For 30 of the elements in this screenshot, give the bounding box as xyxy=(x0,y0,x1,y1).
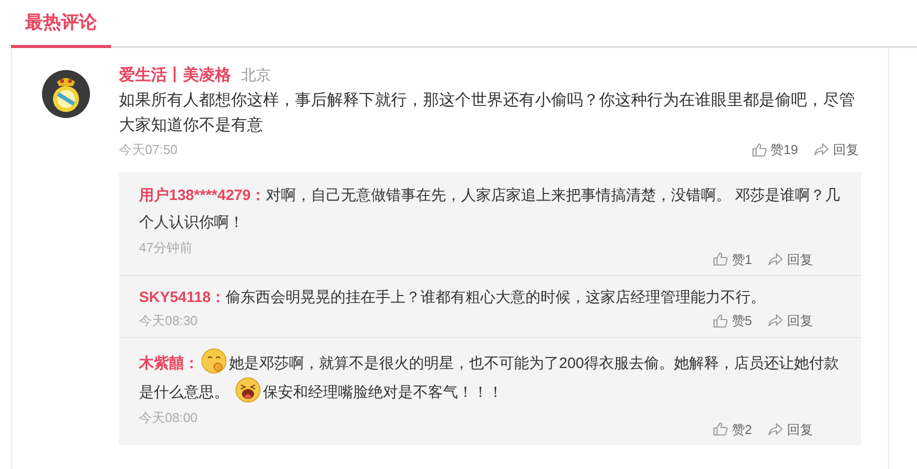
reply-arrow-icon xyxy=(768,422,783,436)
like-button[interactable]: 赞2 xyxy=(712,420,752,439)
like-button[interactable]: 赞19 xyxy=(752,140,798,160)
reply-button[interactable]: 回复 xyxy=(768,311,813,330)
thumbs-up-icon xyxy=(752,142,767,157)
location: 北京 xyxy=(241,66,271,86)
like-button[interactable]: 赞1 xyxy=(712,250,752,269)
emoji-icon xyxy=(235,376,262,402)
reply-time: 今天08:30 xyxy=(139,312,198,330)
comment-time: 今天07:50 xyxy=(119,141,178,159)
thumbs-up-icon xyxy=(712,314,728,328)
reply-text: SKY54118：偷东西会明晃晃的挂在手上？谁都有粗心大意的时候，这家店经理管理能力不行。 xyxy=(139,288,767,308)
reply-arrow-icon xyxy=(768,252,783,266)
avatar xyxy=(42,70,90,118)
reply-text: 用户138****4279：对啊，自己无意做错事在先，人家店家追上来把事情搞清楚，没错啊。 邓莎是谁啊？几个人认识你啊！ xyxy=(139,186,841,232)
author-name[interactable]: 爱生活丨美凌格 xyxy=(119,64,231,88)
emoji-icon xyxy=(201,348,227,374)
reply-text: 木紫囍： 她是邓莎啊，就算不是很火的明星，也不可能为了200得衣服去偷。她解释，店员还让她付款是什么意思。 保安和经理嘴脸绝对是不客气！！！ xyxy=(139,348,841,406)
reply-button[interactable]: 回复 xyxy=(768,250,813,269)
reply-arrow-icon xyxy=(814,143,829,156)
thumbs-up-icon xyxy=(712,422,728,436)
reply-arrow-icon xyxy=(768,314,783,328)
reply-button[interactable]: 回复 xyxy=(814,140,859,160)
reply-time: 今天08:00 xyxy=(139,408,198,426)
reply-button[interactable]: 回复 xyxy=(768,420,813,439)
like-button[interactable]: 赞5 xyxy=(712,311,752,330)
reply-time: 47分钟前 xyxy=(139,238,192,256)
thumbs-up-icon xyxy=(712,252,728,266)
tab[interactable]: 最热评论 xyxy=(11,0,111,48)
comment-text: 如果所有人都想你这样，事后解释下就行，那这个世界还有小偷吗？你这种行为在谁眼里都是偷吧，尽管大家知道你不是有意 xyxy=(119,90,856,136)
